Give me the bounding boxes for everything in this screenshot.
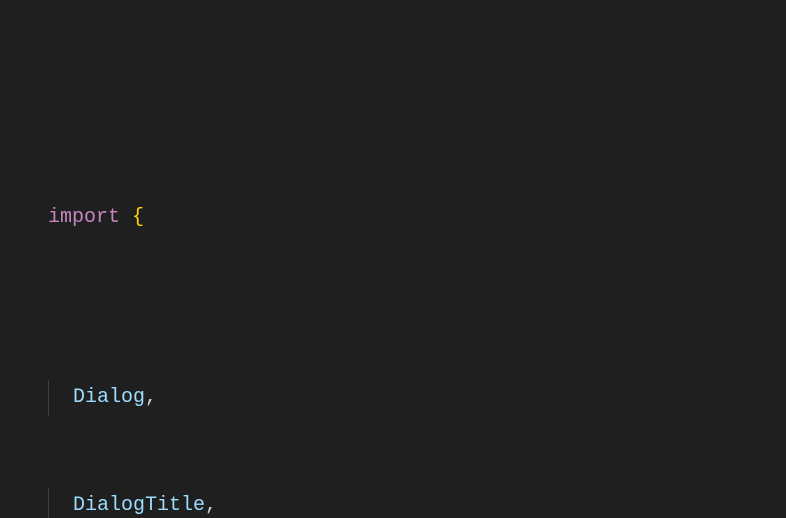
code-line: DialogTitle, <box>48 488 786 518</box>
identifier: DialogTitle <box>73 494 205 517</box>
code-line: import { <box>48 200 786 236</box>
code-line: Dialog, <box>48 380 786 416</box>
code-editor[interactable]: import { Dialog, DialogTitle, DialogCont… <box>0 0 786 518</box>
keyword-import: import <box>48 206 120 229</box>
identifier: Dialog <box>73 386 145 409</box>
comma: , <box>145 386 157 409</box>
comma: , <box>205 494 217 517</box>
brace-open: { <box>132 206 144 229</box>
